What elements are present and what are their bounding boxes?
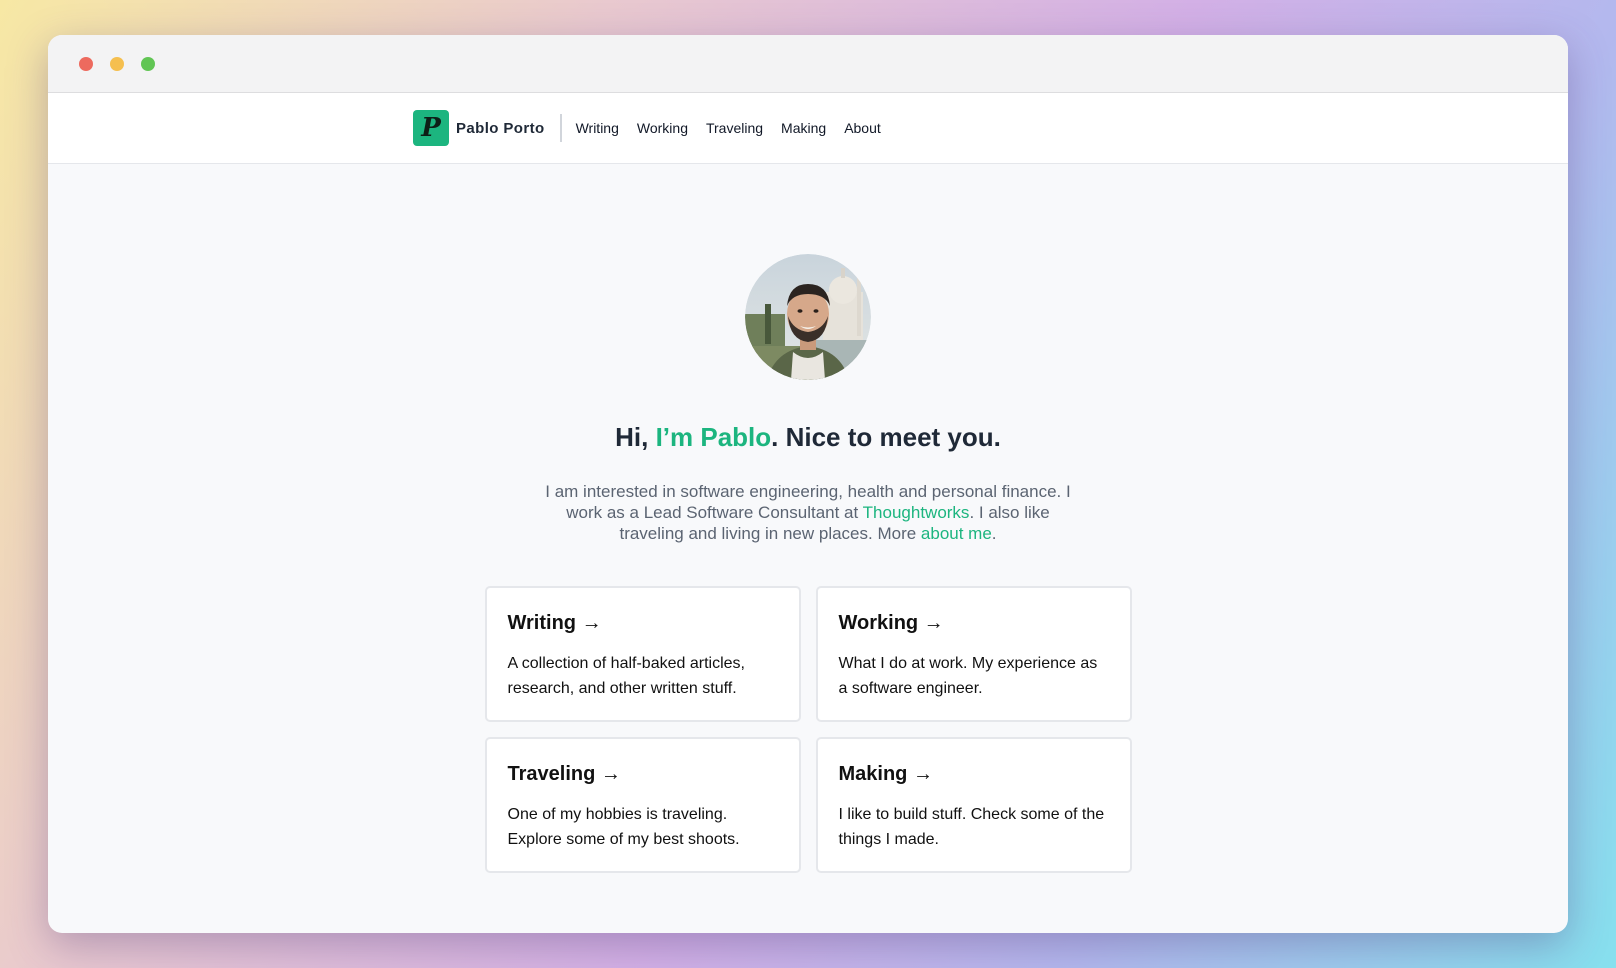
avatar bbox=[745, 254, 871, 380]
nav-link-traveling[interactable]: Traveling bbox=[706, 120, 763, 136]
logo-letter: P bbox=[421, 113, 441, 143]
card-title: Traveling → bbox=[507, 763, 621, 785]
thoughtworks-link[interactable]: Thoughtworks bbox=[863, 503, 970, 522]
card-traveling[interactable]: Traveling → One of my hobbies is traveli… bbox=[484, 737, 801, 873]
card-description: One of my hobbies is traveling. Explore … bbox=[507, 806, 740, 848]
card-making[interactable]: Making → I like to build stuff. Check so… bbox=[815, 737, 1132, 873]
site-navbar: P Pablo Porto Writing Working Traveling … bbox=[48, 93, 1568, 164]
nav-link-working[interactable]: Working bbox=[637, 120, 688, 136]
intro-paragraph: I am interested in software engineering,… bbox=[538, 481, 1078, 544]
section-cards: Writing → A collection of half-baked art… bbox=[484, 586, 1132, 873]
nav-links: Writing Working Traveling Making About bbox=[576, 120, 881, 136]
nav-link-writing[interactable]: Writing bbox=[576, 120, 619, 136]
card-description: A collection of half-baked articles, res… bbox=[507, 655, 745, 697]
main-content: Hi, I’m Pablo. Nice to meet you. I am in… bbox=[48, 164, 1568, 873]
close-window-button[interactable] bbox=[79, 56, 93, 71]
card-description: I like to build stuff. Check some of the… bbox=[838, 806, 1105, 848]
card-title: Working → bbox=[838, 612, 944, 634]
intro-text-3: . bbox=[991, 524, 997, 543]
headline-greeting: Hi, bbox=[615, 422, 656, 452]
card-description: What I do at work. My experience as a so… bbox=[838, 655, 1098, 697]
brand-name[interactable]: Pablo Porto bbox=[456, 120, 545, 137]
site-logo[interactable]: P bbox=[413, 110, 449, 146]
about-me-link[interactable]: about me bbox=[921, 524, 992, 543]
card-title: Writing → bbox=[507, 612, 602, 634]
minimize-window-button[interactable] bbox=[110, 56, 124, 71]
card-working[interactable]: Working → What I do at work. My experien… bbox=[815, 586, 1132, 722]
nav-divider bbox=[559, 114, 562, 142]
card-title: Making → bbox=[838, 763, 933, 785]
window-titlebar bbox=[48, 35, 1568, 93]
headline-name: I’m Pablo bbox=[655, 422, 772, 452]
nav-link-making[interactable]: Making bbox=[781, 120, 826, 136]
headline-tail: . Nice to meet you. bbox=[771, 422, 1001, 452]
nav-link-about[interactable]: About bbox=[844, 120, 881, 136]
maximize-window-button[interactable] bbox=[141, 56, 155, 71]
card-writing[interactable]: Writing → A collection of half-baked art… bbox=[484, 586, 801, 722]
browser-window: P Pablo Porto Writing Working Traveling … bbox=[48, 35, 1568, 933]
avatar-photo bbox=[745, 254, 871, 380]
page-title: Hi, I’m Pablo. Nice to meet you. bbox=[615, 422, 1001, 453]
